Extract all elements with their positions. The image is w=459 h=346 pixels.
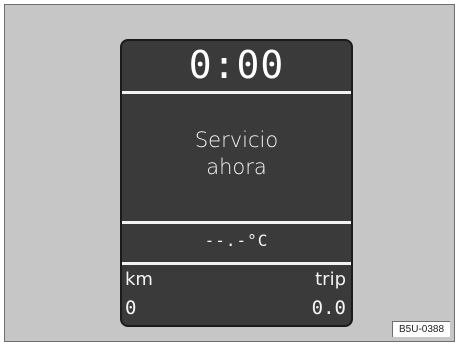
odometer-total-value: 0 (125, 297, 137, 319)
odometer-trip-label: trip (315, 269, 346, 290)
divider-top (122, 91, 351, 94)
figure-reference-code: B5U-0388 (392, 321, 450, 337)
divider-bottom (122, 262, 351, 265)
service-message-line2: ahora (206, 155, 267, 179)
service-message-line1: Servicio (194, 128, 279, 152)
figure-frame: 0:00 Servicio ahora --.-°C km trip 0 0.0… (4, 4, 455, 342)
service-message: Servicio ahora (122, 127, 351, 181)
odometer-trip-value: 0.0 (311, 297, 346, 319)
instrument-cluster-display: 0:00 Servicio ahora --.-°C km trip 0 0.0 (120, 39, 353, 327)
odometer-total-label: km (125, 269, 153, 290)
divider-middle (122, 221, 351, 224)
clock-readout: 0:00 (188, 43, 285, 87)
outside-temperature: --.-°C (204, 231, 269, 250)
